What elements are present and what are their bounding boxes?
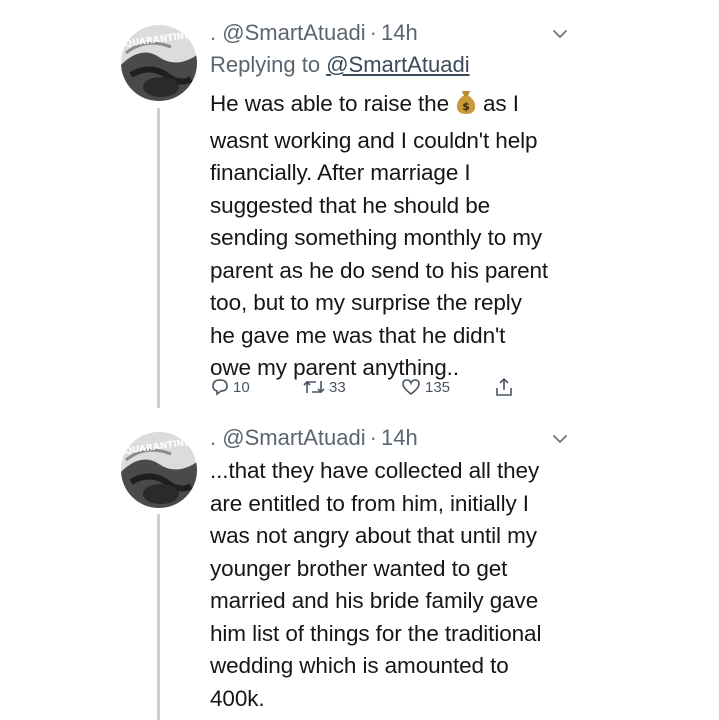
text-line: he gave me was that he didn't [210,322,506,348]
text-line: He was able to raise the $ as I [210,88,580,125]
reply-count: 10 [233,378,250,396]
reply-icon [212,379,228,396]
author-handle[interactable]: @SmartAtuadi [222,425,365,451]
text-line: too, but to my surprise the reply [210,290,522,315]
svg-text:$: $ [462,100,470,113]
text-line: sending something monthly to my [210,225,543,250]
tweet-header: . @SmartAtuadi · 14h [210,423,418,453]
thread-line [157,108,160,408]
text-line: was not angry about that until my [210,523,537,548]
like-count: 135 [425,378,451,396]
text-line: financially. After marriage I [210,160,471,185]
tweet[interactable]: QUARANTINE . @SmartAtuadi · 14h ...that th… [0,410,719,720]
tweet-text: He was able to raise the $ as I wasnt work… [210,88,580,385]
text-line: married and his bride family gave [210,588,539,613]
retweet-icon [303,380,325,394]
replying-mention-link[interactable]: @SmartAtuadi [326,52,469,77]
replying-label: Replying to [210,52,321,77]
tweet-header: . @SmartAtuadi · 14h [210,18,418,48]
thread-line [157,514,160,720]
timestamp[interactable]: 14h [381,425,418,451]
author-handle[interactable]: @SmartAtuadi [222,20,365,46]
like-button[interactable]: 135 [400,375,450,399]
avatar-image: QUARANTINE [121,25,197,101]
text-line: suggested that he should be [210,192,491,218]
avatar[interactable]: QUARANTINE [121,25,197,101]
money-bag-icon: $ [455,89,477,125]
text-line: are entitled to from him, initially I [210,490,529,516]
share-button[interactable] [494,375,517,399]
heart-icon [402,379,420,396]
text-line: wedding which is amounted to [210,653,509,678]
retweet-count: 33 [329,378,346,396]
replying-to: Replying to @SmartAtuadi [210,52,470,78]
chevron-down-icon[interactable] [551,27,569,41]
avatar-image: QUARANTINE [121,432,197,508]
timestamp[interactable]: 14h [381,20,418,46]
reply-button[interactable]: 10 [210,375,250,399]
separator: · [369,20,377,45]
tweet[interactable]: QUARANTINE . @SmartAtuadi · 14h Replying t… [0,0,719,410]
chevron-down-icon[interactable] [551,432,569,446]
separator: · [369,425,377,450]
text-line: parent as he do send to his parent [210,257,549,283]
text-line: 400k. [210,685,265,711]
name-prefix: . [210,20,217,45]
text-line: ...that they have collected all they [210,458,540,483]
avatar[interactable]: QUARANTINE [121,432,197,508]
text-line: wasnt working and I couldn't help [210,127,538,153]
share-icon [496,377,512,396]
tweet-text: ...that they have collected all they are… [210,455,580,715]
name-prefix: . [210,425,217,450]
retweet-button[interactable]: 33 [302,375,346,399]
text-line: younger brother wanted to get [210,555,508,581]
tweet-actions: 10 33 135 [210,375,530,399]
text-line: him list of things for the traditional [210,620,542,646]
